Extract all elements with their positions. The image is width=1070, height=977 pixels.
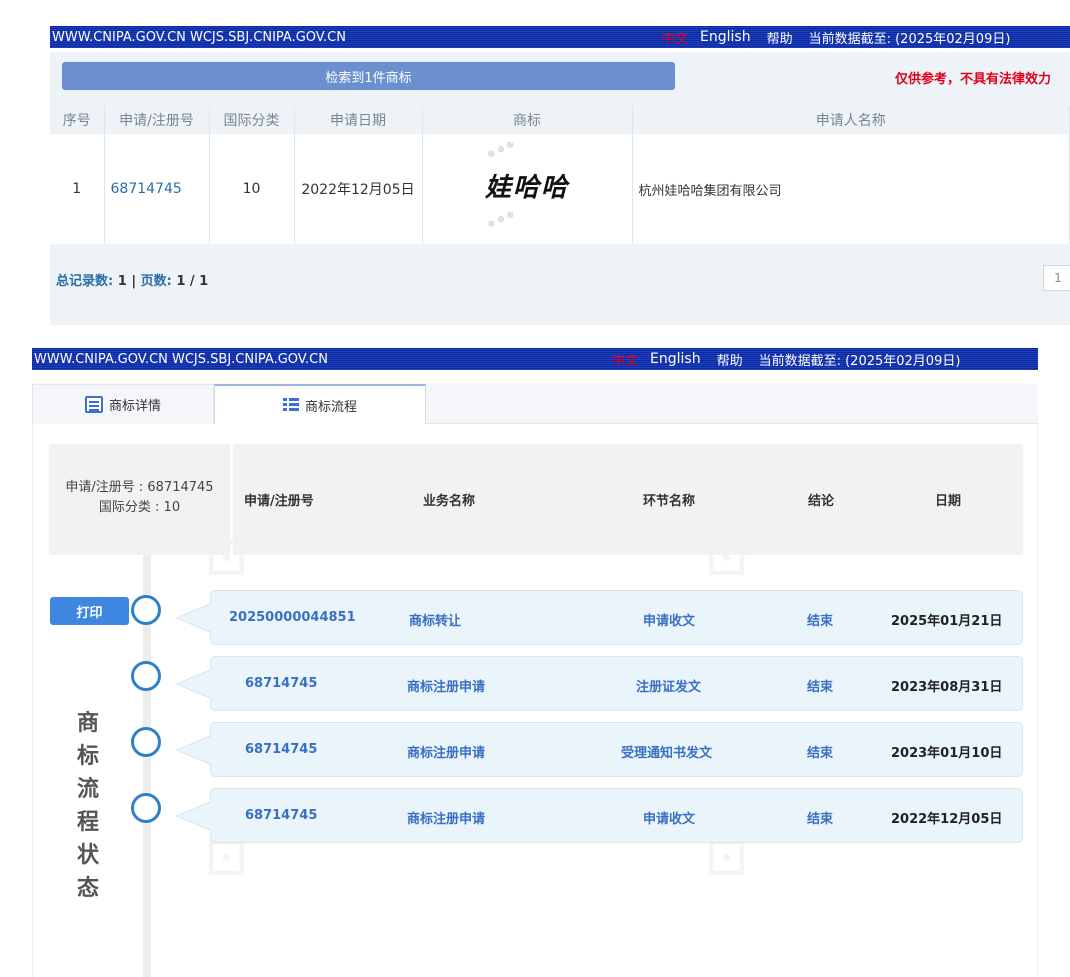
process-result: 结束: [807, 812, 834, 827]
process-row[interactable]: 68714745 商标注册申请 受理通知书发文 结束 2023年01月10日: [175, 722, 1023, 777]
process-result: 结束: [807, 746, 834, 761]
col-class: 国际分类: [209, 106, 295, 134]
reg-no-link[interactable]: 68714745: [104, 134, 210, 244]
process-step: 申请收文: [643, 812, 696, 827]
flow-icon: [282, 398, 299, 412]
header-reg-no: 申请/注册号: [244, 494, 314, 509]
process-step: 受理通知书发文: [621, 746, 713, 761]
process-row[interactable]: 68714745 商标注册申请 申请收文 结束 2022年12月05日: [175, 788, 1023, 843]
top-bar: WWW.CNIPA.GOV.CN WCJS.SBJ.CNIPA.GOV.CN 中…: [32, 348, 1038, 370]
col-mark: 商标: [422, 106, 633, 134]
timeline-node: [131, 727, 161, 757]
timeline-node: [131, 595, 161, 625]
top-bar-right: 中文 English 帮助 当前数据截至: (2025年02月09日): [612, 348, 960, 370]
print-button[interactable]: 打印: [50, 597, 129, 625]
process-date: 2022年12月05日: [891, 812, 1003, 827]
col-applicant: 申请人名称: [632, 106, 1070, 134]
lang-english-link[interactable]: English: [700, 29, 751, 45]
process-result: 结束: [807, 680, 834, 695]
process-reg-no: 68714745: [245, 676, 318, 691]
process-reg-no: 20250000044851: [229, 610, 356, 625]
col-app-date: 申请日期: [294, 106, 423, 134]
process-date: 2023年01月10日: [891, 746, 1003, 761]
pager-pages: 1 / 1: [176, 274, 209, 289]
process-header-row: 申请/注册号 业务名称 环节名称 结论 日期: [233, 444, 1023, 555]
detail-icon: [84, 396, 103, 413]
timeline-node: [131, 661, 161, 691]
info-reg-no: 申请/注册号 : 68714745: [65, 480, 214, 495]
disclaimer-text: 仅供参考，不具有法律效力: [895, 72, 1052, 87]
row-mark[interactable]: ⊕ ⊕ ⊕ ⊕ ⊕ ⊕ 娃哈哈: [422, 134, 633, 244]
process-reg-no: 68714745: [245, 742, 318, 757]
lang-english-link[interactable]: English: [650, 351, 701, 367]
tab-trademark-process[interactable]: 商标流程: [214, 384, 426, 424]
process-row[interactable]: 20250000044851 商标转让 申请收文 结束 2025年01月21日: [175, 590, 1023, 645]
header-result: 结论: [808, 494, 835, 509]
table-row[interactable]: 1 68714745 10 2022年12月05日 ⊕ ⊕ ⊕ ⊕ ⊕ ⊕ 娃哈…: [50, 134, 1070, 244]
trademark-text: 娃哈哈: [484, 173, 569, 203]
pager-summary: 总记录数: 1 | 页数: 1 / 1: [56, 274, 209, 289]
process-panel: ⊡ ⊡ ⊡ ⊡ 申请/注册号 : 68714745 国际分类 : 10 申请/注…: [32, 424, 1038, 977]
process-result: 结束: [807, 614, 834, 629]
top-bar-right: 中文 English 帮助 当前数据截至: (2025年02月09日): [662, 26, 1010, 48]
page-1-button[interactable]: 1: [1043, 265, 1070, 291]
result-table: 序号 申请/注册号 国际分类 申请日期 商标 申请人名称 1 68714745 …: [50, 106, 1070, 244]
top-bar: WWW.CNIPA.GOV.CN WCJS.SBJ.CNIPA.GOV.CN 中…: [50, 26, 1070, 48]
col-index: 序号: [50, 106, 105, 134]
table-header-row: 序号 申请/注册号 国际分类 申请日期 商标 申请人名称: [50, 106, 1070, 134]
header-date: 日期: [935, 494, 962, 509]
process-biz: 商标注册申请: [407, 812, 486, 827]
trademark-info-box: 申请/注册号 : 68714745 国际分类 : 10: [49, 444, 230, 555]
process-step: 申请收文: [643, 614, 696, 629]
col-reg-no: 申请/注册号: [104, 106, 210, 134]
process-status-label: 商标流程状态: [76, 711, 99, 901]
header-biz-name: 业务名称: [423, 494, 476, 509]
result-count-banner: 检索到1件商标: [62, 62, 675, 90]
row-class: 10: [209, 134, 295, 244]
watermark-mark: ⊕ ⊕ ⊕: [486, 209, 517, 231]
lang-chinese-link[interactable]: 中文: [612, 350, 638, 369]
watermark-mark: ⊕ ⊕ ⊕: [486, 139, 517, 161]
process-biz: 商标注册申请: [407, 746, 486, 761]
site-url[interactable]: WWW.CNIPA.GOV.CN WCJS.SBJ.CNIPA.GOV.CN: [34, 352, 328, 367]
process-reg-no: 68714745: [245, 808, 318, 823]
row-app-date: 2022年12月05日: [294, 134, 423, 244]
data-as-of: 当前数据截至: (2025年02月09日): [808, 31, 1011, 47]
header-step-name: 环节名称: [643, 494, 696, 509]
help-link[interactable]: 帮助: [767, 28, 793, 47]
process-biz: 商标注册申请: [407, 680, 486, 695]
timeline-node: [131, 793, 161, 823]
process-step: 注册证发文: [636, 680, 702, 695]
help-link[interactable]: 帮助: [717, 350, 743, 369]
process-date: 2025年01月21日: [891, 614, 1003, 629]
process-row[interactable]: 68714745 商标注册申请 注册证发文 结束 2023年08月31日: [175, 656, 1023, 711]
site-url[interactable]: WWW.CNIPA.GOV.CN WCJS.SBJ.CNIPA.GOV.CN: [52, 30, 346, 45]
process-biz: 商标转让: [409, 614, 462, 629]
process-date: 2023年08月31日: [891, 680, 1003, 695]
pager-total: 1: [117, 274, 127, 289]
lang-chinese-link[interactable]: 中文: [662, 28, 688, 47]
row-index: 1: [50, 134, 105, 244]
data-as-of: 当前数据截至: (2025年02月09日): [758, 353, 961, 369]
info-class: 国际分类 : 10: [98, 500, 181, 515]
search-result-panel: 检索到1件商标 仅供参考，不具有法律效力 序号 申请/注册号 国际分类 申请日期…: [50, 52, 1070, 325]
tab-trademark-detail[interactable]: 商标详情: [32, 384, 214, 424]
trademark-image[interactable]: ⊕ ⊕ ⊕ ⊕ ⊕ ⊕ 娃哈哈: [427, 137, 627, 237]
detail-tabs: 商标详情 商标流程: [32, 384, 1038, 424]
row-applicant: 杭州娃哈哈集团有限公司: [632, 134, 1070, 244]
